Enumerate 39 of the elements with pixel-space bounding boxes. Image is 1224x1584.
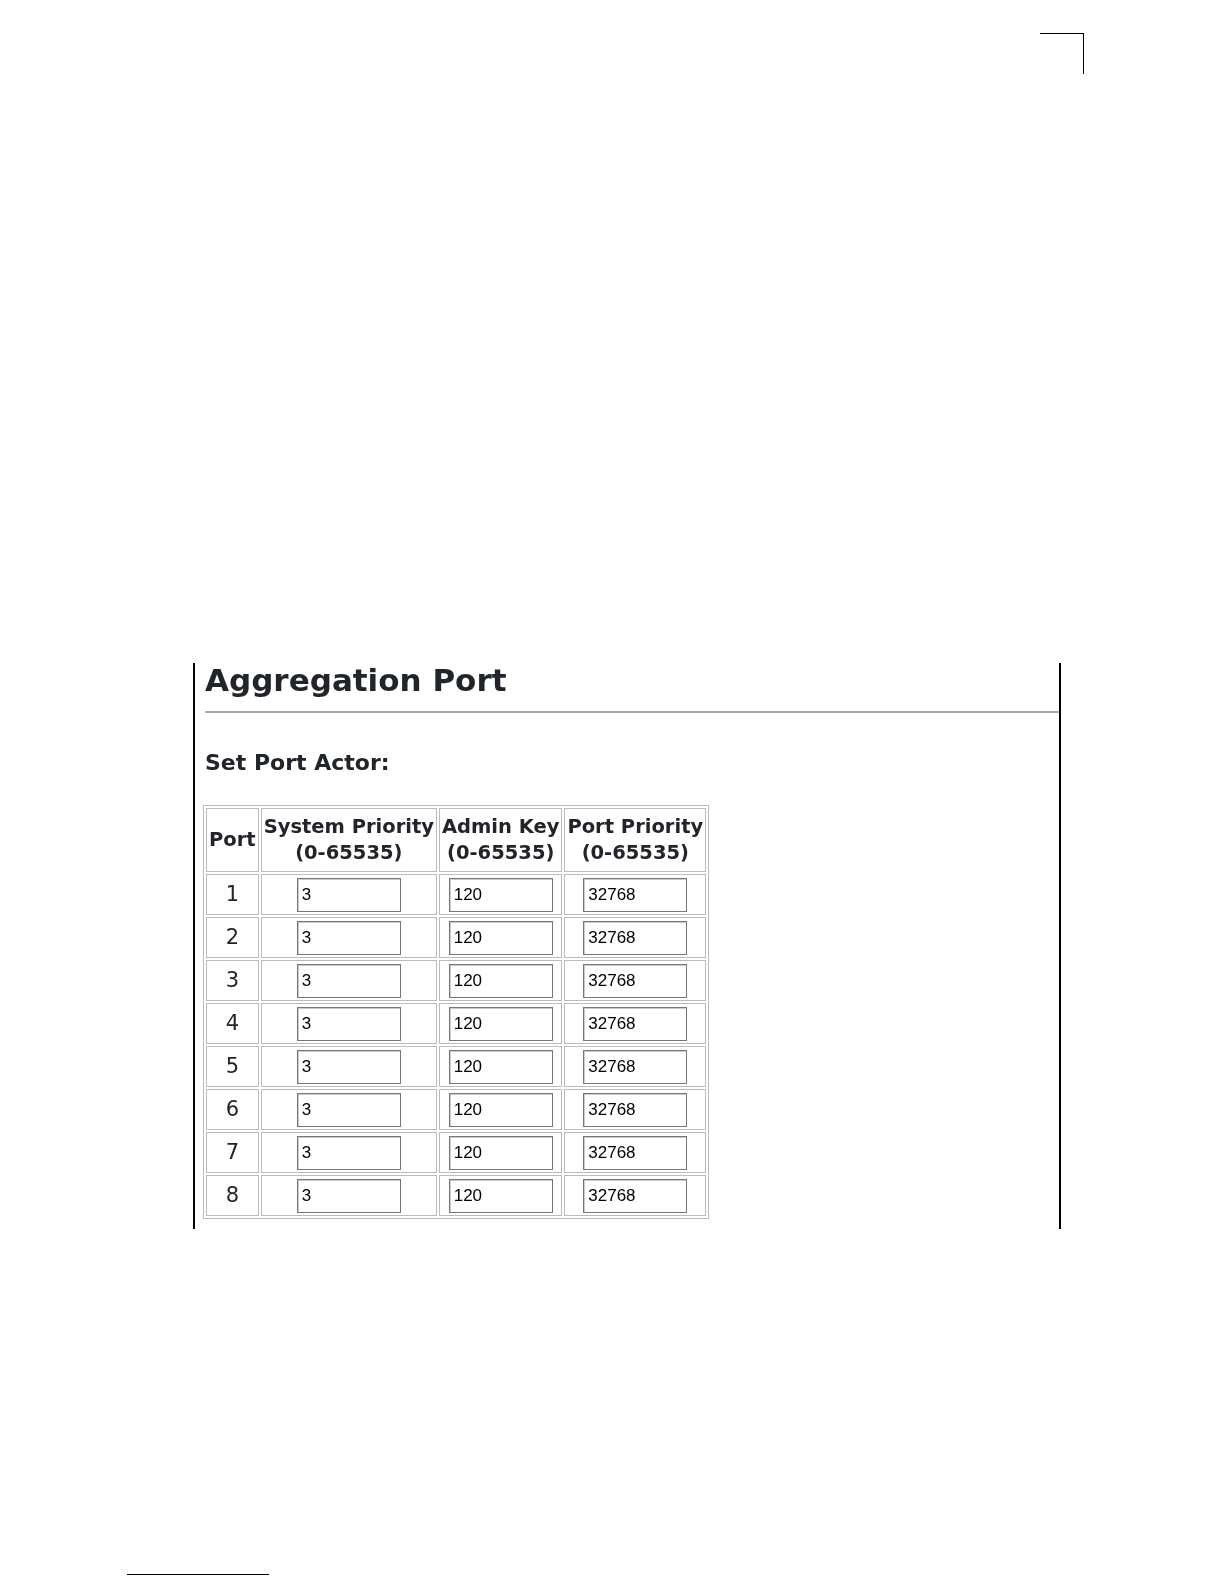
input-field[interactable]: 32768 <box>583 1178 688 1213</box>
port-number: 3 <box>206 960 259 1002</box>
input-field[interactable]: 120 <box>448 877 553 912</box>
column-header: Port <box>206 808 259 873</box>
input-field[interactable]: 120 <box>448 1006 553 1041</box>
port-number: 4 <box>206 1003 259 1045</box>
input-field[interactable]: 3 <box>296 1178 401 1213</box>
input-field[interactable]: 32768 <box>583 1135 688 1170</box>
input-field[interactable]: 32768 <box>583 920 688 955</box>
input-field[interactable]: 32768 <box>583 1049 688 1084</box>
input-field[interactable]: 32768 <box>583 963 688 998</box>
input-field[interactable]: 120 <box>448 1135 553 1170</box>
input-field[interactable]: 3 <box>296 920 401 955</box>
input-field[interactable]: 120 <box>448 1178 553 1213</box>
input-field[interactable]: 3 <box>296 1006 401 1041</box>
input-field[interactable]: 120 <box>448 1092 553 1127</box>
input-field[interactable]: 120 <box>448 1049 553 1084</box>
port-number: 5 <box>206 1046 259 1088</box>
input-field[interactable]: 32768 <box>583 1092 688 1127</box>
port-number: 6 <box>206 1089 259 1131</box>
input-field[interactable]: 3 <box>296 877 401 912</box>
input-field[interactable]: 3 <box>296 963 401 998</box>
input-field[interactable]: 3 <box>296 1092 401 1127</box>
input-field[interactable]: 120 <box>448 963 553 998</box>
column-header: Port Priority (0-65535) <box>564 808 707 873</box>
port-number: 7 <box>206 1132 259 1174</box>
crop-mark <box>1040 33 1084 74</box>
input-field[interactable]: 32768 <box>583 877 688 912</box>
section-heading: Set Port Actor: <box>205 751 391 776</box>
input-field[interactable]: 3 <box>296 1135 401 1170</box>
column-header: Admin Key (0-65535) <box>439 808 563 873</box>
input-field[interactable]: 32768 <box>583 1006 688 1041</box>
input-field[interactable]: 3 <box>296 1049 401 1084</box>
port-number: 8 <box>206 1175 259 1217</box>
port-number: 1 <box>206 874 259 916</box>
input-field[interactable]: 120 <box>448 920 553 955</box>
column-header: System Priority (0-65535) <box>260 808 437 873</box>
port-number: 2 <box>206 917 259 959</box>
page-title: Aggregation Port <box>205 663 508 698</box>
